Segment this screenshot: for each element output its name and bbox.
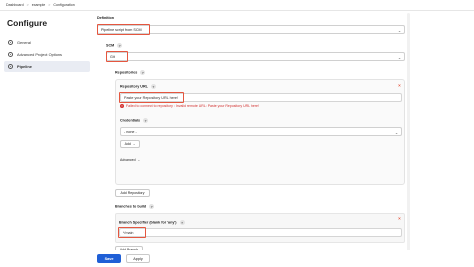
advanced-button[interactable]: Advanced ⌄ <box>120 156 147 164</box>
credentials-select[interactable]: - none - ⌄ <box>120 127 402 136</box>
pipeline-form: Definition Pipeline script from SCM ⌄ SC… <box>97 13 409 258</box>
breadcrumb-example[interactable]: example <box>32 3 46 7</box>
close-icon[interactable]: × <box>397 216 402 221</box>
help-icon[interactable]: ? <box>179 220 185 225</box>
highlight-box <box>119 92 184 103</box>
breadcrumb-dashboard[interactable]: Dashboard <box>6 3 24 7</box>
gear-icon <box>8 52 13 57</box>
sidebar-item-label: Pipeline <box>17 64 32 69</box>
chevron-down-icon: ⌄ <box>394 131 398 136</box>
scm-label: SCM? <box>106 43 123 48</box>
action-bar <box>0 250 474 267</box>
credentials-label: Credentials? <box>120 118 149 123</box>
pipeline-icon <box>8 64 13 69</box>
breadcrumb-separator: > <box>26 3 29 7</box>
chevron-down-icon: ⌄ <box>397 56 401 61</box>
scrollbar[interactable] <box>407 13 410 253</box>
sidebar-item-label: General <box>17 40 31 45</box>
help-icon[interactable]: ? <box>117 43 123 48</box>
sidebar-item-general[interactable]: General <box>4 37 90 48</box>
highlight-box <box>106 51 128 62</box>
sidebar-item-advanced-project-options[interactable]: Advanced Project Options <box>4 49 90 60</box>
highlight-box <box>97 24 150 35</box>
repository-url-label: Repository URL? <box>120 84 156 89</box>
definition-label: Definition <box>97 16 115 20</box>
branch-specifier-label: Branch Specifier (blank for 'any')? <box>119 220 185 225</box>
breadcrumb: Dashboard > example > Configuration <box>0 0 474 11</box>
highlight-box <box>118 227 146 238</box>
sidebar-item-label: Advanced Project Options <box>17 52 62 57</box>
branch-specifier-input[interactable]: */main <box>119 228 402 237</box>
help-icon[interactable]: ? <box>140 70 146 75</box>
save-button[interactable]: Save <box>97 254 121 263</box>
add-repository-button[interactable]: Add Repository <box>115 189 150 197</box>
apply-button[interactable]: Apply <box>126 254 150 263</box>
add-credentials-button[interactable]: Add ⌄ <box>120 140 140 148</box>
branches-label: Branches to build? <box>115 204 155 209</box>
error-message: Failed to connect to repository : Invali… <box>126 104 259 108</box>
error-icon: ! <box>120 104 124 108</box>
page-title: Configure <box>7 18 48 28</box>
repository-error: ! Failed to connect to repository : Inva… <box>120 104 259 108</box>
help-icon[interactable]: ? <box>149 204 155 209</box>
sidebar-item-pipeline[interactable]: Pipeline <box>4 61 90 72</box>
help-icon[interactable]: ? <box>150 84 156 89</box>
help-icon[interactable]: ? <box>143 118 149 123</box>
gear-icon <box>8 40 13 45</box>
repositories-label: Repositories? <box>115 70 146 75</box>
chevron-down-icon: ⌄ <box>397 29 401 34</box>
close-icon[interactable]: × <box>397 83 402 88</box>
credentials-value: - none - <box>124 129 137 134</box>
scm-select[interactable]: Git ⌄ <box>106 52 405 61</box>
sidebar: General Advanced Project Options Pipelin… <box>4 37 90 73</box>
breadcrumb-configuration[interactable]: Configuration <box>53 3 74 7</box>
breadcrumb-separator: > <box>48 3 51 7</box>
